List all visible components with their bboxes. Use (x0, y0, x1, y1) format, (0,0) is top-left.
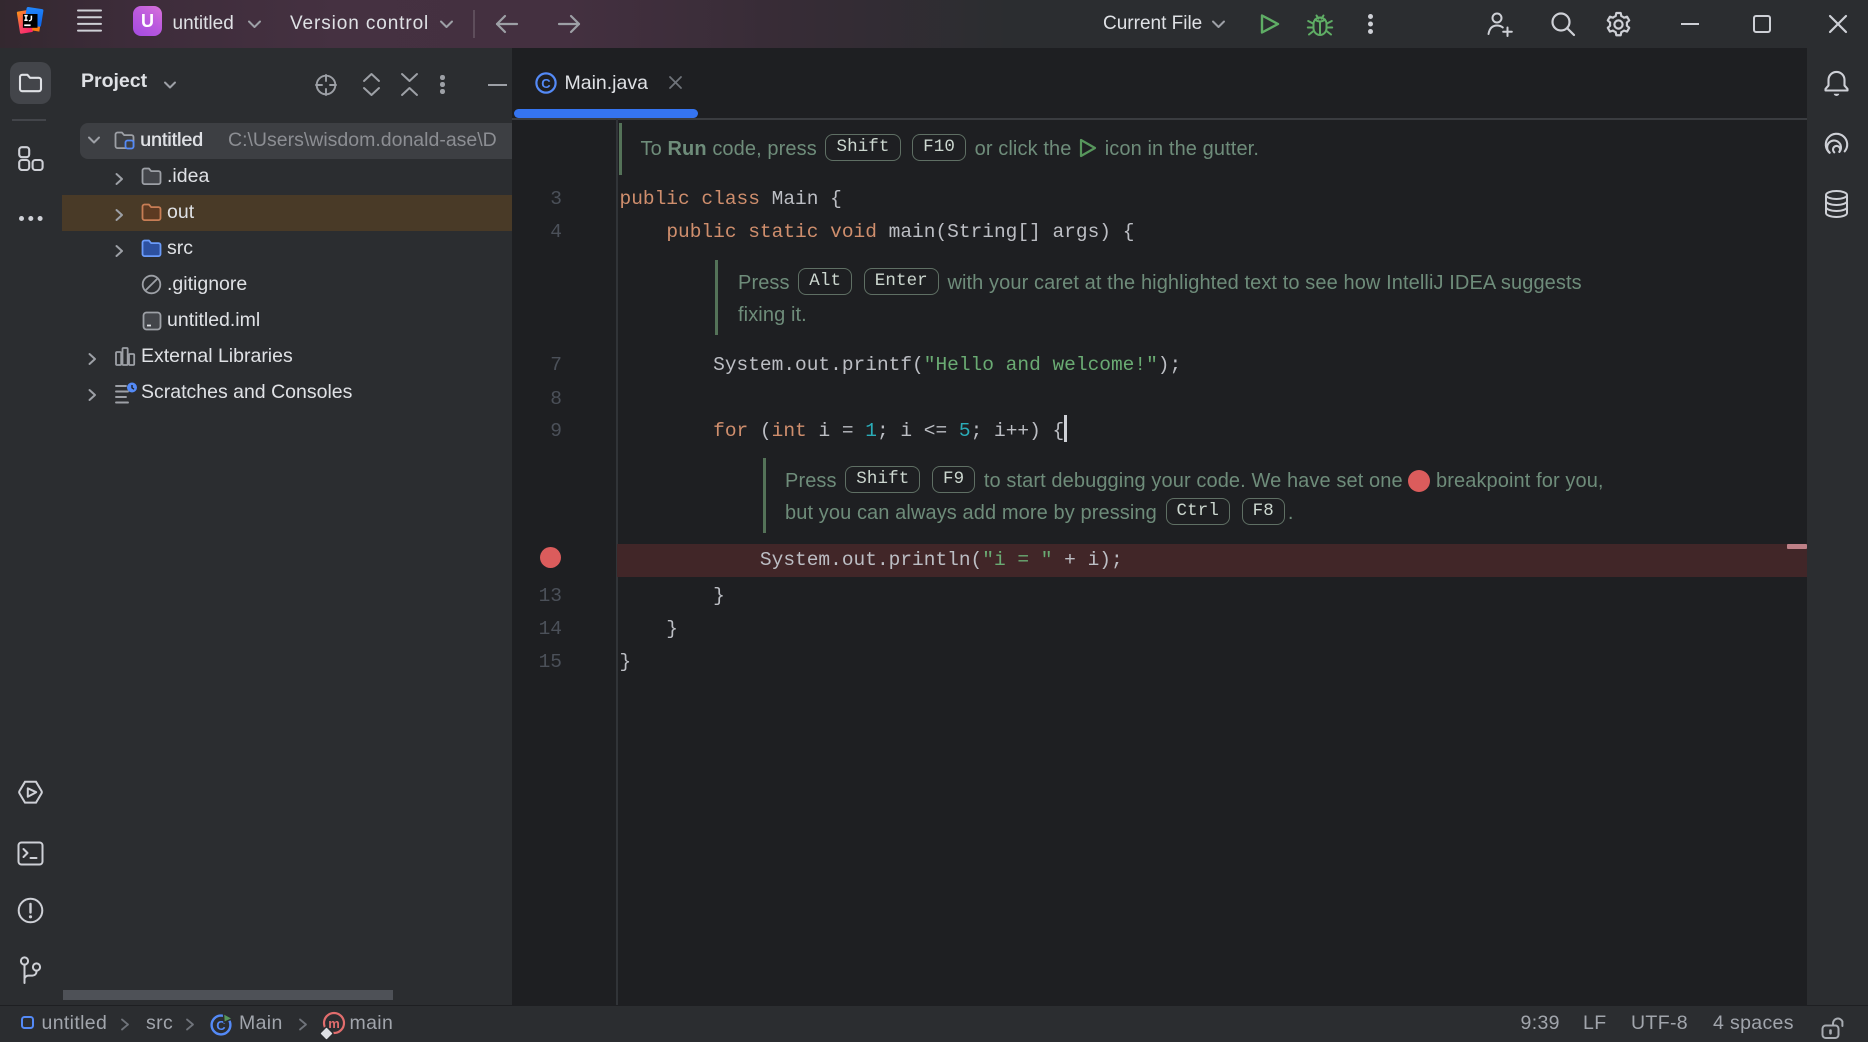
svg-text:C: C (541, 76, 551, 91)
svg-text:m: m (328, 1016, 340, 1031)
